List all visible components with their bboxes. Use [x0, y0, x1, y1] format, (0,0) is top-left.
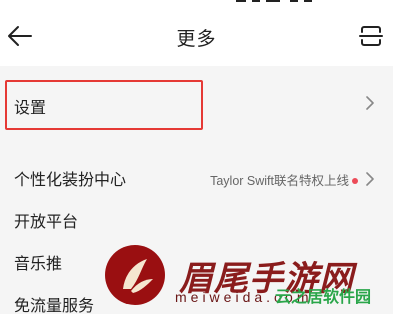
notification-dot: [352, 178, 358, 184]
menu-item-free-data[interactable]: 免流量服务: [0, 282, 393, 314]
menu-item-label: 开放平台: [14, 212, 79, 231]
chevron-right-icon: [366, 172, 374, 186]
menu-item-personalization[interactable]: 个性化装扮中心 Taylor Swift联名特权上线: [0, 156, 393, 198]
status-icons: [236, 0, 312, 2]
menu-item-label: 音乐推: [14, 254, 63, 273]
menu-item-open-platform[interactable]: 开放平台: [0, 198, 393, 240]
status-bar: [0, 0, 393, 8]
scan-button[interactable]: [353, 18, 389, 54]
promo-text: Taylor Swift联名特权上线: [210, 174, 349, 188]
menu-item-label: 免流量服务: [14, 296, 95, 314]
top-nav-bar: 更多: [0, 8, 393, 66]
menu-list: 个性化装扮中心 Taylor Swift联名特权上线 开放平台 音乐推 免流量服…: [0, 148, 393, 314]
highlight-annotation: [5, 80, 203, 130]
page-title: 更多: [176, 28, 217, 50]
chevron-right-icon: [366, 96, 374, 110]
scan-icon: [359, 26, 383, 46]
menu-item-music-push[interactable]: 音乐推: [0, 240, 393, 282]
settings-section: 设置: [0, 74, 393, 138]
screen: 更多 设置 个性化装扮中心 Taylor Swift联名特权上线 开放平台 音乐…: [0, 0, 393, 314]
menu-item-label: 个性化装扮中心: [14, 170, 127, 189]
